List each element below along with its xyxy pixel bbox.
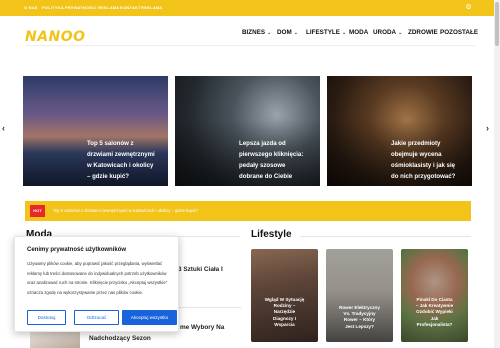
card-image-overlay xyxy=(251,249,318,342)
top-bar: O NAS POLITYKA PRYWATNOŚCI REKLAMA KONTA… xyxy=(0,0,500,16)
card-title: Rower Elektryczny Vs. Tradycyjny Rower –… xyxy=(329,305,390,330)
nav-divider xyxy=(25,45,475,46)
card-title: Wgląd W Sytuację Rodziny – Narzędzie Dia… xyxy=(254,297,315,328)
nav-label: LIFESTYLE xyxy=(306,29,340,36)
nav-item-uroda[interactable]: URODA ⌄ xyxy=(373,29,402,36)
topbar-link-contact[interactable]: KONTAKT xyxy=(120,5,141,10)
lifestyle-card-cake[interactable]: Pinakl Do Ciasta – Jak Kreatywnie Ozdobi… xyxy=(401,249,468,342)
card-title-line: – gdzie kupić? xyxy=(87,173,129,180)
card-title-line: obejmuje wycena xyxy=(391,151,442,158)
cookie-consent-dialog: Cenimy prywatność użytkowników Używamy p… xyxy=(14,236,179,332)
card-title-line: dobrane do Ciebie xyxy=(239,173,293,180)
topbar-link-ads-2[interactable]: REKLAMA xyxy=(141,5,162,10)
topbar-link-ads[interactable]: REKLAMA xyxy=(98,5,119,10)
card-image-overlay xyxy=(401,249,468,342)
scrollbar-thumb[interactable] xyxy=(495,2,499,46)
card-title-line: ośmioklasisty i jak się xyxy=(391,162,456,169)
moda-article-title[interactable]: me Wybory Na xyxy=(180,323,224,333)
nav-label: DOM xyxy=(277,29,292,36)
card-title-line: Wsparcia xyxy=(274,321,295,327)
hot-badge: HOT xyxy=(30,205,45,217)
ticker-link[interactable]: Top 5 salonów z drzwiami zewnętrznymi w … xyxy=(53,208,198,213)
card-title-line: Lepsza jazda od xyxy=(239,140,286,147)
topbar-link-about[interactable]: O NAS xyxy=(24,5,38,10)
gear-icon[interactable]: ⚙ xyxy=(464,3,473,12)
cookie-body-text: Używamy plików cookie, aby poprawić jako… xyxy=(27,261,168,295)
card-title-line: pedały szosowe xyxy=(239,162,286,169)
nav-label: MODA xyxy=(349,29,369,36)
card-title-line: w Katowicach i okolicy xyxy=(87,162,154,169)
slider-prev-arrow-icon[interactable]: ‹ xyxy=(2,123,5,133)
site-logo[interactable]: NANOO xyxy=(25,29,86,45)
chevron-down-icon: ⌄ xyxy=(267,30,272,36)
card-title: Lepsza jazda od pierwszego kliknięcia: p… xyxy=(239,138,303,182)
card-title: Top 5 salonów z drzwiami zewnętrznymi w … xyxy=(87,138,155,182)
nav-label: POZOSTAŁE xyxy=(440,29,479,36)
nav-item-moda[interactable]: MODA xyxy=(349,29,368,36)
cookie-reject-button[interactable]: Odrzucać xyxy=(74,310,119,325)
chevron-down-icon: ⌄ xyxy=(398,30,403,36)
card-title-line: Top 5 salonów z xyxy=(87,140,134,147)
nav-item-dom[interactable]: DOM ⌄ xyxy=(277,29,298,36)
lifestyle-card-ebike[interactable]: Rower Elektryczny Vs. Tradycyjny Rower –… xyxy=(326,249,393,342)
slider-card-exam[interactable]: Jakie przedmioty obejmuje wycena ośmiokl… xyxy=(327,76,472,186)
nav-item-zdrowie[interactable]: ZDROWIE xyxy=(408,29,438,36)
moda-article-thumbnail[interactable] xyxy=(30,331,80,348)
nav-item-biznes[interactable]: BIZNES ⌄ xyxy=(242,29,271,36)
section-title-lifestyle[interactable]: Lifestyle xyxy=(251,229,292,240)
cookie-accept-all-button[interactable]: Akceptuj wszystko xyxy=(122,310,177,325)
nav-label: URODA xyxy=(373,29,397,36)
chevron-down-icon: ⌄ xyxy=(293,30,298,36)
slider-card-pedals[interactable]: Lepsza jazda od pierwszego kliknięcia: p… xyxy=(175,76,320,186)
card-title-line: drzwiami zewnętrznymi xyxy=(87,151,155,158)
card-title-line: pierwszego kliknięcia: xyxy=(239,151,304,158)
card-title-line: Jakie przedmioty xyxy=(391,140,441,147)
moda-article-title[interactable]: 3 Sztuki Ciała I xyxy=(178,265,223,275)
cookie-title: Cenimy prywatność użytkowników xyxy=(27,247,127,253)
card-title-line: Profesjonalista? xyxy=(416,321,453,327)
cookie-customize-button[interactable]: Dostosuj xyxy=(27,310,66,325)
section-divider xyxy=(300,236,471,237)
card-title-line: do nich przygotować? xyxy=(391,173,456,180)
moda-article-title[interactable]: Nadchodzący Sezon xyxy=(89,334,151,344)
card-title-line: Jest Lepszy? xyxy=(345,323,374,329)
news-ticker: HOT Top 5 salonów z drzwiami zewnętrznym… xyxy=(25,201,471,221)
nav-label: ZDROWIE xyxy=(408,29,438,36)
slider-next-arrow-icon[interactable]: › xyxy=(486,123,489,133)
slider-card-doors[interactable]: Top 5 salonów z drzwiami zewnętrznymi w … xyxy=(23,76,168,186)
nav-item-pozostale[interactable]: POZOSTAŁE xyxy=(440,29,478,36)
lifestyle-card-family[interactable]: Wgląd W Sytuację Rodziny – Narzędzie Dia… xyxy=(251,249,318,342)
page-scrollbar[interactable] xyxy=(494,0,500,348)
topbar-link-privacy[interactable]: POLITYKA PRYWATNOŚCI xyxy=(42,5,97,10)
card-title: Pinakl Do Ciasta – Jak Kreatywnie Ozdobi… xyxy=(404,297,465,328)
card-title: Jakie przedmioty obejmuje wycena ośmiokl… xyxy=(391,138,455,182)
chevron-down-icon: ⌄ xyxy=(341,30,347,36)
nav-label: BIZNES xyxy=(242,29,266,36)
nav-item-lifestyle[interactable]: LIFESTYLE ⌄ xyxy=(306,29,346,36)
